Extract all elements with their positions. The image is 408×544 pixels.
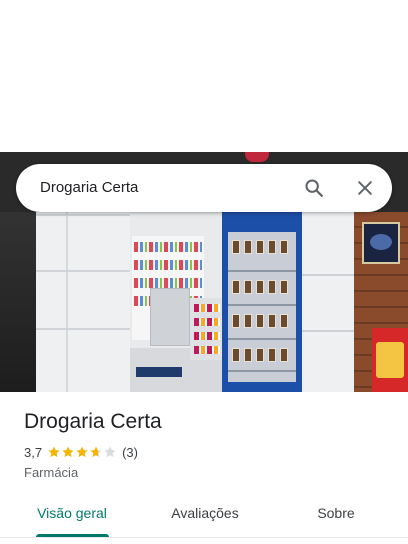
map-area-blank <box>0 0 408 152</box>
star-icon <box>104 446 116 458</box>
rating-value: 3,7 <box>24 444 43 460</box>
photo-poster <box>362 222 400 264</box>
rating-row[interactable]: 3,7 (3) <box>24 443 138 461</box>
photo-red-sign <box>372 328 408 392</box>
tab-about[interactable]: Sobre <box>290 494 382 534</box>
search-bar[interactable]: Drogaria Certa <box>16 164 392 212</box>
search-icon <box>305 179 323 197</box>
tabs-divider <box>0 537 408 538</box>
photo-product-stand <box>190 298 224 360</box>
review-count[interactable]: (3) <box>122 445 138 460</box>
tab-reviews[interactable]: Avaliações <box>150 494 260 534</box>
photo-blue-display-cabinet <box>222 212 302 392</box>
star-icon <box>76 446 88 458</box>
search-button[interactable] <box>298 172 330 204</box>
star-icon <box>62 446 74 458</box>
place-tabs: Visão geral Avaliações Sobre <box>0 494 408 538</box>
photo-floor-mat <box>136 367 182 377</box>
clear-search-button[interactable] <box>349 172 381 204</box>
tab-overview[interactable]: Visão geral <box>18 494 126 534</box>
photo-counter <box>150 288 190 346</box>
rating-stars <box>47 445 117 459</box>
search-input[interactable]: Drogaria Certa <box>40 164 138 212</box>
star-icon <box>48 446 60 458</box>
place-category[interactable]: Farmácia <box>24 464 78 482</box>
star-icon <box>90 446 102 458</box>
close-icon <box>358 181 372 195</box>
place-title: Drogaria Certa <box>24 410 162 433</box>
photo-right-tiles <box>302 212 354 392</box>
